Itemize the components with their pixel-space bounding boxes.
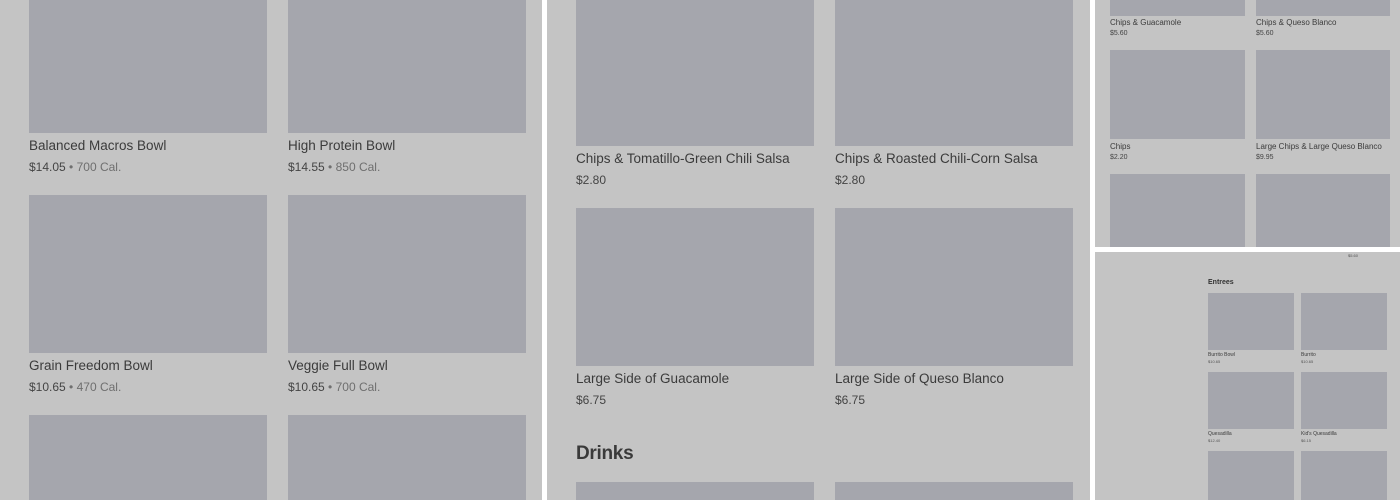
calories-value: 700 Cal. (335, 380, 381, 394)
menu-item-name[interactable]: Large Side of Guacamole (576, 371, 729, 386)
price-value: $10.65 (288, 380, 325, 394)
menu-item-image[interactable] (1208, 293, 1294, 350)
menu-item-image[interactable] (1301, 293, 1387, 350)
menu-item-price: $14.05 • 700 Cal. (29, 160, 121, 174)
section-title-entrees: Entrees (1208, 279, 1234, 286)
separator-dot: • (328, 380, 333, 394)
menu-panel-bowls: Balanced Macros Bowl $14.05 • 700 Cal. H… (0, 0, 542, 500)
menu-item-price: $10.65 (1208, 359, 1221, 364)
menu-item-name[interactable]: Grain Freedom Bowl (29, 358, 153, 373)
menu-item-price: $5.60 (1256, 30, 1274, 37)
menu-item-name[interactable]: High Protein Bowl (288, 138, 395, 153)
menu-item-price: $2.80 (835, 173, 866, 187)
menu-item-name[interactable]: Burrito Bowl (1208, 352, 1235, 358)
separator-dot: • (328, 160, 333, 174)
menu-item-price: $5.60 (1110, 30, 1128, 37)
menu-item-price: $6.75 (576, 393, 607, 407)
menu-item-image[interactable] (29, 195, 267, 353)
menu-item-image[interactable] (1301, 451, 1387, 500)
price-value: $14.05 (29, 160, 66, 174)
menu-item-name[interactable]: Kid's Quesadilla (1301, 431, 1337, 437)
menu-panel-entrees: $5.60 Entrees Burrito Bowl $10.65 Burrit… (1095, 252, 1400, 500)
menu-item-image[interactable] (1256, 50, 1390, 139)
menu-item-name[interactable]: Veggie Full Bowl (288, 358, 388, 373)
menu-item-image[interactable] (29, 415, 267, 500)
price-value: $14.55 (288, 160, 325, 174)
menu-item-image[interactable] (1301, 372, 1387, 429)
menu-item-price: $6.15 (1301, 438, 1312, 443)
menu-item-image[interactable] (835, 482, 1073, 500)
menu-panel-chips: Chips & Guacamole $5.60 Chips & Queso Bl… (1095, 0, 1400, 247)
menu-item-image[interactable] (1256, 0, 1390, 16)
separator-dot: • (69, 380, 74, 394)
menu-item-price: $10.65 • 470 Cal. (29, 380, 121, 394)
menu-item-price: $2.20 (1110, 154, 1128, 161)
menu-item-image[interactable] (1256, 174, 1390, 247)
calories-value: 700 Cal. (76, 160, 122, 174)
menu-item-image[interactable] (1208, 372, 1294, 429)
menu-item-image[interactable] (1110, 0, 1245, 16)
menu-item-name[interactable]: Chips & Guacamole (1110, 18, 1181, 27)
menu-item-image[interactable] (576, 0, 814, 146)
menu-item-price: $5.60 (1348, 253, 1359, 258)
menu-item-image[interactable] (29, 0, 267, 133)
separator-dot: • (69, 160, 74, 174)
calories-value: 850 Cal. (335, 160, 381, 174)
menu-item-name[interactable]: Large Side of Queso Blanco (835, 371, 1004, 386)
menu-item-price: $9.95 (1256, 154, 1274, 161)
menu-item-price: $10.65 (1301, 359, 1314, 364)
calories-value: 470 Cal. (76, 380, 122, 394)
menu-item-price: $10.65 • 700 Cal. (288, 380, 380, 394)
menu-item-name[interactable]: Chips & Tomatillo-Green Chili Salsa (576, 151, 790, 166)
menu-item-price: $6.75 (835, 393, 866, 407)
menu-item-image[interactable] (288, 415, 526, 500)
menu-item-price: $12.40 (1208, 438, 1221, 443)
menu-item-name[interactable]: Chips & Roasted Chili-Corn Salsa (835, 151, 1038, 166)
menu-item-name[interactable]: Large Chips & Large Queso Blanco (1256, 142, 1382, 151)
menu-panel-sides: Chips & Tomatillo-Green Chili Salsa $2.8… (547, 0, 1090, 500)
menu-item-image[interactable] (835, 0, 1073, 146)
menu-item-image[interactable] (288, 0, 526, 133)
menu-item-image[interactable] (576, 482, 814, 500)
menu-item-name[interactable]: Burrito (1301, 352, 1316, 358)
menu-item-image[interactable] (1208, 451, 1294, 500)
section-title-drinks: Drinks (576, 443, 634, 464)
menu-item-name[interactable]: Chips (1110, 142, 1130, 151)
menu-item-name[interactable]: Balanced Macros Bowl (29, 138, 166, 153)
menu-item-price: $14.55 • 850 Cal. (288, 160, 380, 174)
menu-item-image[interactable] (576, 208, 814, 366)
menu-item-image[interactable] (1110, 174, 1245, 247)
price-value: $10.65 (29, 380, 66, 394)
menu-item-name[interactable]: Quesadilla (1208, 431, 1232, 437)
menu-item-image[interactable] (288, 195, 526, 353)
menu-item-image[interactable] (835, 208, 1073, 366)
menu-item-price: $2.80 (576, 173, 607, 187)
menu-item-name[interactable]: Chips & Queso Blanco (1256, 18, 1337, 27)
menu-item-image[interactable] (1110, 50, 1245, 139)
